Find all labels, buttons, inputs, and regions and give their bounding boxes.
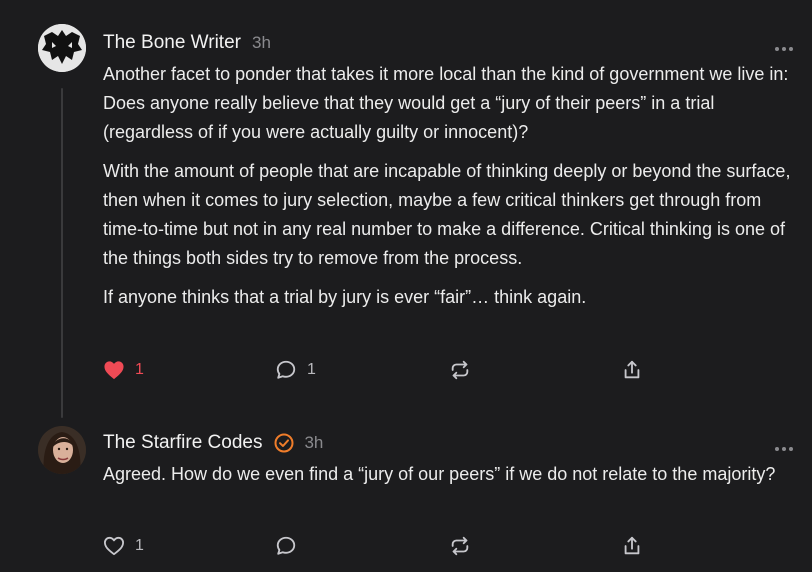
more-options-icon[interactable] (774, 39, 794, 51)
restack-icon (449, 359, 471, 381)
restack-button[interactable] (449, 532, 471, 560)
restack-button[interactable] (449, 356, 471, 384)
like-count: 1 (135, 537, 144, 554)
comment-paragraph: Another facet to ponder that takes it mo… (103, 64, 789, 142)
share-button[interactable] (621, 356, 643, 384)
timestamp: 3h (251, 33, 271, 52)
restack-icon (449, 535, 471, 557)
share-icon (621, 359, 643, 381)
comment-bubble-icon (275, 535, 297, 557)
heart-icon (103, 360, 125, 380)
reply-count: 1 (307, 361, 316, 378)
comment-paragraph: If anyone thinks that a trial by jury is… (103, 287, 587, 307)
comment-body: Another facet to ponder that takes it mo… (103, 60, 803, 322)
author-name[interactable]: The Bone Writer (103, 32, 241, 54)
comment-body: Agreed. How do we even find a “jury of o… (103, 460, 803, 499)
reply-button[interactable] (275, 532, 297, 560)
comment-header: The Bone Writer 3h (103, 31, 271, 55)
reply-button[interactable]: 1 (275, 356, 316, 384)
like-button[interactable]: 1 (103, 356, 144, 384)
avatar[interactable] (38, 426, 86, 474)
heart-icon (103, 536, 125, 556)
like-button[interactable]: 1 (103, 532, 144, 560)
share-button[interactable] (621, 532, 643, 560)
comment-actions: 1 (103, 532, 663, 560)
avatar[interactable] (38, 24, 86, 72)
timestamp: 3h (304, 433, 324, 452)
author-name[interactable]: The Starfire Codes (103, 432, 262, 454)
more-options-icon[interactable] (774, 439, 794, 451)
comment-bubble-icon (275, 359, 297, 381)
verified-badge-icon (274, 433, 294, 453)
comment-actions: 1 1 (103, 356, 663, 384)
like-count: 1 (135, 361, 144, 378)
comment-paragraph: With the amount of people that are incap… (103, 161, 791, 268)
comment-header: The Starfire Codes 3h (103, 431, 323, 455)
thread-line (61, 88, 63, 418)
share-icon (621, 535, 643, 557)
comment-paragraph: Agreed. How do we even find a “jury of o… (103, 464, 776, 484)
